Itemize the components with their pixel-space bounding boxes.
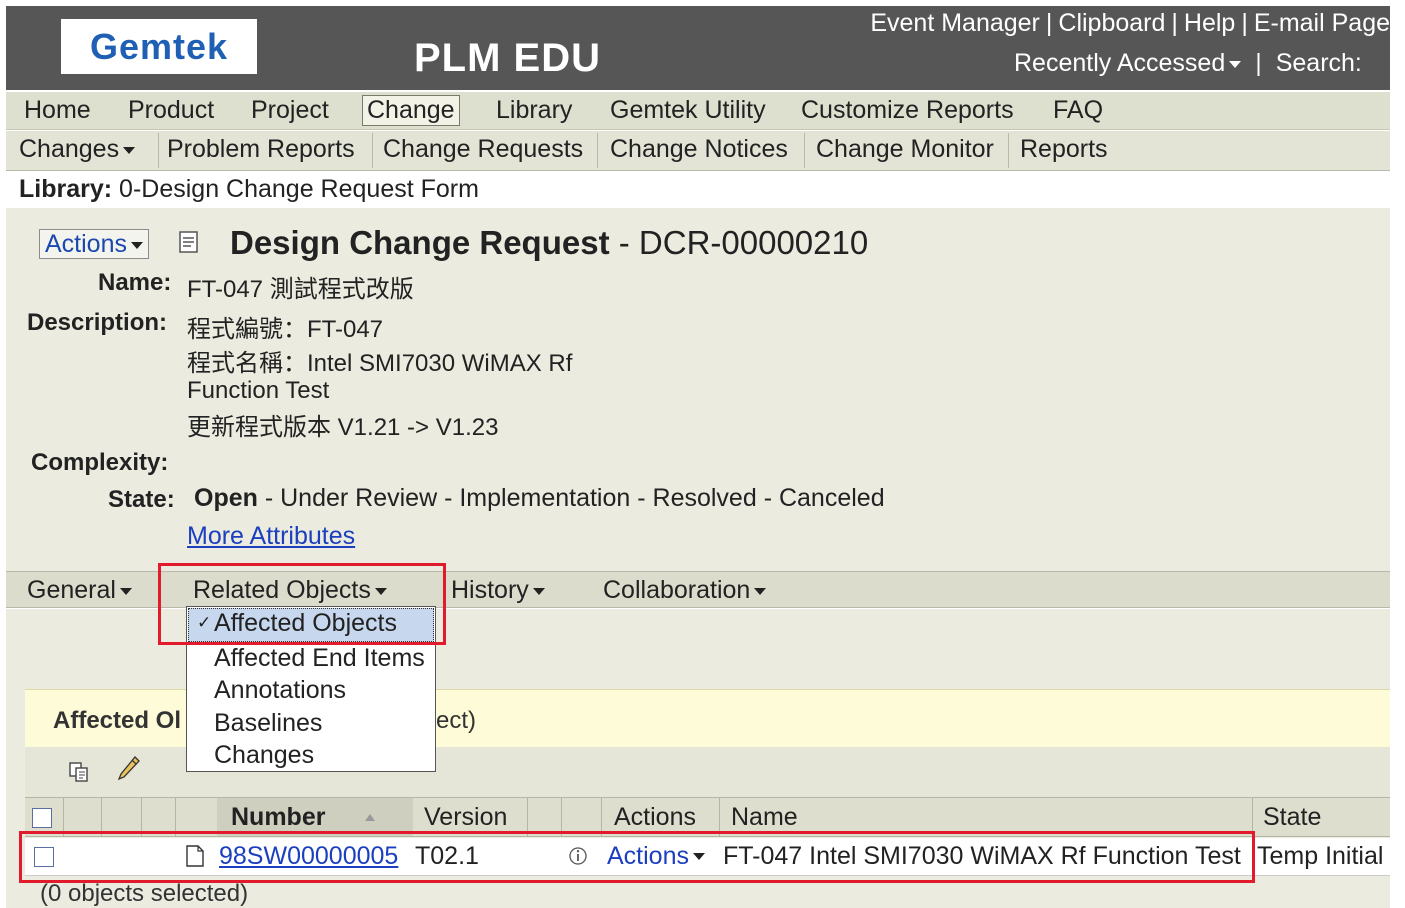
table-header: Number Version Actions Name State [25,797,1390,837]
more-attributes-link[interactable]: More Attributes [187,522,355,551]
tab-history[interactable]: History [451,576,545,605]
menu-item-affected-objects[interactable]: ✓ Affected Objects [188,608,434,642]
chevron-down-icon [754,587,767,595]
state-open: Open [194,484,258,512]
nav-customize-reports[interactable]: Customize Reports [801,96,1014,125]
nav-product[interactable]: Product [128,96,214,125]
chevron-down-icon [532,587,545,595]
clipboard-link[interactable]: Clipboard [1058,9,1165,37]
column-header-name[interactable]: Name [731,798,798,836]
part-icon [186,845,204,867]
tab-related-objects[interactable]: Related Objects [193,576,387,605]
changes-menu[interactable]: Changes [19,135,136,164]
nav-library[interactable]: Library [496,96,572,125]
row-actions-menu[interactable]: Actions [607,838,705,875]
chevron-down-icon [130,241,143,249]
chevron-down-icon [119,587,132,595]
complexity-label: Complexity: [31,449,169,476]
sort-ascending-icon [365,813,376,821]
state-label: State: [108,486,175,513]
breadcrumb: Library: 0-Design Change Request Form [6,172,1390,208]
main-nav: Home Product Project Change Library Gemt… [6,92,1390,130]
nav-change[interactable]: Change [362,95,460,126]
app-header: Gemtek PLM EDU Event Manager | Clipboard | H… [6,6,1390,90]
tab-general[interactable]: General [27,576,132,605]
menu-item-annotations[interactable]: Annotations [214,676,346,705]
column-header-number[interactable]: Number [217,798,413,836]
edit-pencil-icon[interactable] [115,755,141,783]
recently-accessed-menu[interactable]: Recently Accessed [1014,49,1242,77]
state-under-review: Under Review [280,484,438,512]
column-header-state[interactable]: State [1263,798,1321,836]
selection-status: (0 objects selected) [40,880,249,907]
top-links-row2: Recently Accessed | Search: [1014,49,1362,77]
state-canceled: Canceled [778,484,885,512]
table-row: 98SW00000005 T02.1 Actions FT-047 Intel … [25,838,1390,876]
select-all-checkbox[interactable] [32,808,52,828]
nav-home[interactable]: Home [24,96,91,125]
event-manager-link[interactable]: Event Manager [870,9,1040,37]
related-objects-dropdown: ✓ Affected Objects Affected End Items Ann… [186,606,436,772]
chevron-down-icon [692,853,705,860]
checkmark-icon: ✓ [197,613,212,632]
sub-change-requests[interactable]: Change Requests [383,135,583,164]
object-number: DCR-00000210 [638,224,869,261]
column-header-version[interactable]: Version [424,798,507,836]
name-value: FT-047 測試程式改版 [187,276,414,303]
nav-project[interactable]: Project [251,96,329,125]
column-header-actions[interactable]: Actions [614,798,696,836]
object-details: Actions Design Change Request - DCR-0000… [6,208,1390,571]
sub-nav: Changes Problem Reports Change Requests … [6,131,1390,171]
description-line: Function Test [187,377,330,404]
object-state: Temp Initial [1257,842,1384,870]
description-line: 更新程式版本 V1.21 -> V1.23 [187,414,499,441]
description-line: 程式名稱：Intel SMI7030 WiMAX Rf [187,350,573,377]
sub-problem-reports[interactable]: Problem Reports [167,135,355,164]
chevron-down-icon [1229,60,1242,68]
object-number-link[interactable]: 98SW00000005 [219,838,398,875]
tab-collaboration[interactable]: Collaboration [603,576,767,605]
section-tabs: General Related Objects History Collabor… [6,571,1390,608]
menu-item-affected-end-items[interactable]: Affected End Items [214,644,425,673]
nav-faq[interactable]: FAQ [1053,96,1103,125]
app-title: PLM EDU [414,36,601,80]
sub-reports[interactable]: Reports [1020,135,1108,164]
document-icon [179,231,198,253]
sub-change-notices[interactable]: Change Notices [610,135,788,164]
object-name: FT-047 Intel SMI7030 WiMAX Rf Function T… [723,842,1241,870]
email-page-link[interactable]: E-mail Page [1254,9,1390,37]
menu-item-changes[interactable]: Changes [214,741,314,770]
paste-icon[interactable] [67,760,91,784]
name-label: Name: [98,269,172,296]
description-label: Description: [27,309,168,336]
actions-menu-button[interactable]: Actions [39,229,149,259]
top-links: Event Manager | Clipboard | Help | E-mail Page [870,9,1390,37]
library-name[interactable]: 0-Design Change Request Form [119,175,479,203]
sub-change-monitor[interactable]: Change Monitor [816,135,994,164]
lifecycle-states: Open - Under Review - Implementation - R… [194,484,885,512]
row-checkbox[interactable] [34,847,54,867]
menu-item-baselines[interactable]: Baselines [214,709,322,738]
object-version: T02.1 [415,842,479,870]
gemtek-logo[interactable]: Gemtek [61,19,257,74]
state-resolved: Resolved [652,484,757,512]
nav-gemtek-utility[interactable]: Gemtek Utility [610,96,766,125]
page-title: Design Change Request - DCR-00000210 [230,224,869,261]
help-link[interactable]: Help [1184,9,1235,37]
description-line: 程式編號：FT-047 [187,316,384,343]
info-icon[interactable] [568,846,588,866]
chevron-down-icon [374,587,387,595]
chevron-down-icon [123,146,136,154]
state-implementation: Implementation [459,484,631,512]
search-label[interactable]: Search: [1276,49,1362,77]
